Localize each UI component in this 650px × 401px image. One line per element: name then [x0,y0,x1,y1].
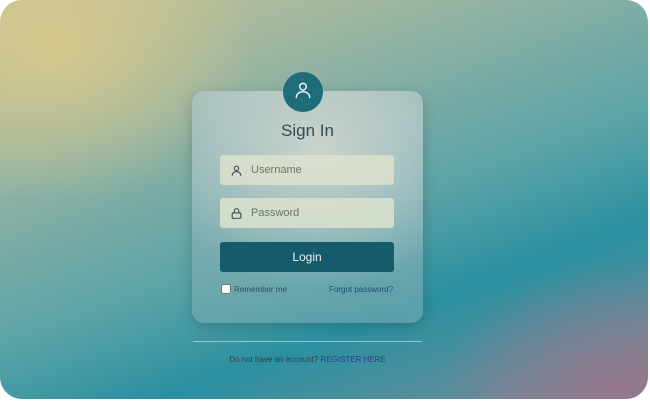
divider [193,341,422,342]
remember-me-checkbox[interactable] [221,284,231,294]
avatar [283,72,323,112]
user-icon [293,80,313,105]
user-outline-icon [229,163,243,177]
remember-me-label: Remember me [234,284,287,294]
page-title: Sign In [281,121,334,140]
lock-icon [229,206,243,220]
register-link[interactable]: REGISTER HERE [320,355,385,364]
forgot-password-link[interactable]: Forgot password? [329,285,393,294]
register-prompt: Do not have an account? REGISTER HERE [192,355,423,364]
password-field[interactable] [220,198,394,228]
username-field[interactable] [220,155,394,185]
password-input[interactable] [251,207,381,219]
username-input[interactable] [251,164,381,176]
remember-me[interactable]: Remember me [221,284,287,294]
login-button[interactable]: Login [220,242,394,272]
register-prompt-text: Do not have an account? [229,355,319,364]
